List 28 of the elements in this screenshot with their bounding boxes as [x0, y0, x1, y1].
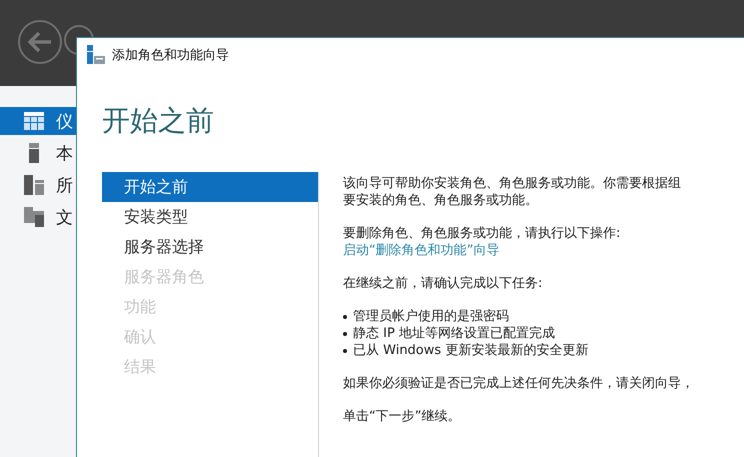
servers-icon: [24, 175, 44, 195]
sidebar-item[interactable]: 所: [0, 171, 80, 199]
wizard-step[interactable]: 服务器选择: [102, 232, 318, 262]
wizard-step[interactable]: 开始之前: [102, 172, 318, 202]
list-item-text: 已从 Windows 更新安装最新的安全更新: [353, 342, 588, 359]
list-item-text: 管理员帐户使用的是强密码: [353, 308, 509, 325]
body-text: 该向导可帮助你安装角色、角色服务或功能。你需要根据组: [343, 175, 681, 192]
sidebar-item[interactable]: 本: [0, 139, 80, 167]
list-item-text: 静态 IP 地址等网络设置已配置完成: [353, 325, 555, 342]
file-server-icon: [24, 207, 44, 227]
body-text: 要删除角色、角色服务或功能，请执行以下操作:: [343, 225, 620, 242]
bullet-icon: [343, 348, 347, 352]
dialog-title: 添加角色和功能向导: [112, 47, 229, 64]
wizard-step[interactable]: 安装类型: [102, 202, 318, 232]
wizard-icon: [86, 45, 106, 65]
dashboard-icon: [24, 112, 44, 130]
page-heading: 开始之前: [102, 104, 214, 137]
body-text: 如果你必须验证是否已完成上述任何先决条件，请关闭向导，: [343, 375, 694, 392]
server-icon: [29, 143, 39, 163]
body-text: 要安装的角色、角色服务或功能。: [343, 192, 538, 209]
remove-wizard-link[interactable]: 启动“删除角色和功能”向导: [343, 242, 500, 259]
back-arrow-icon: [27, 31, 53, 53]
sidebar-item[interactable]: 文: [0, 203, 80, 231]
body-text: 单击“下一步”继续。: [343, 408, 460, 425]
back-button[interactable]: [18, 20, 62, 64]
bullet-icon: [343, 314, 347, 318]
bullet-icon: [343, 332, 347, 336]
body-text: 在继续之前，请确认完成以下任务:: [343, 275, 542, 292]
